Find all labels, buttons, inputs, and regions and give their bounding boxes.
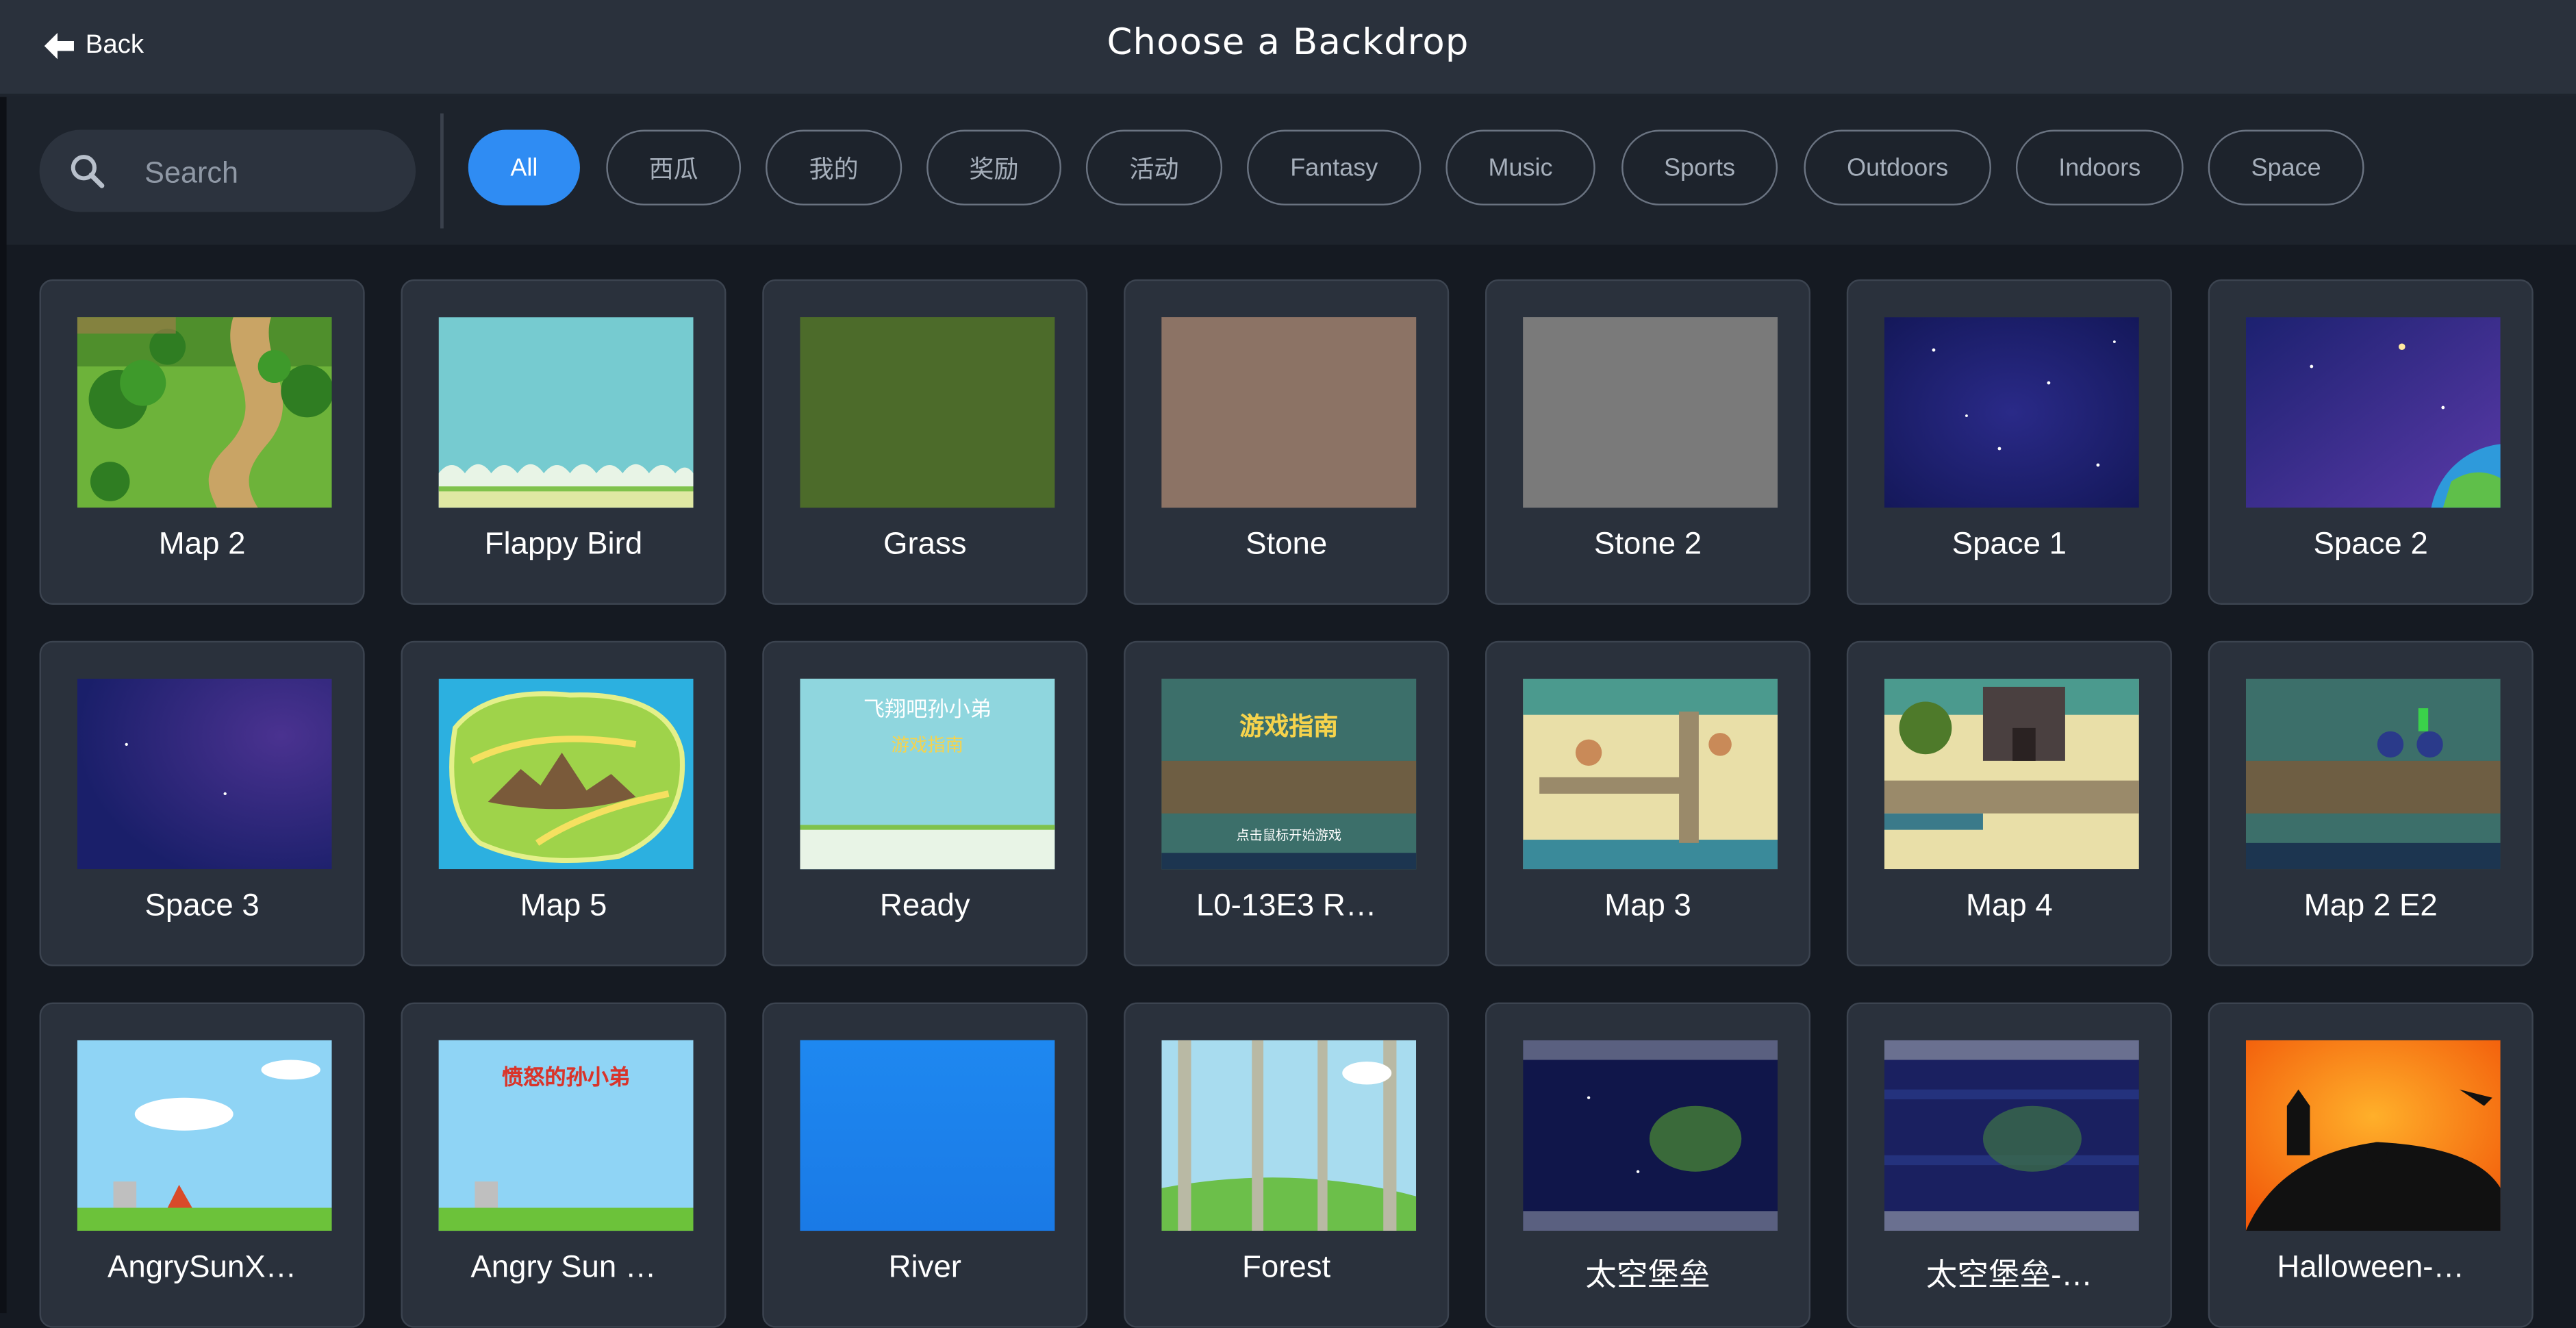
backdrop-card-forest[interactable]: Forest	[1124, 1002, 1450, 1328]
tag-fantasy[interactable]: Fantasy	[1247, 129, 1422, 205]
thumbnail-wall	[1161, 760, 1417, 814]
backdrop-card-ready[interactable]: 飞翔吧孙小弟 游戏指南 Ready	[762, 640, 1088, 966]
thumbnail-ground	[800, 825, 1055, 870]
tag-space[interactable]: Space	[2208, 129, 2364, 205]
backdrop-thumbnail	[77, 1040, 332, 1231]
backdrop-name: L0-13E3 R…	[1196, 889, 1377, 924]
backdrop-name: AngrySunX…	[108, 1250, 297, 1286]
backdrop-card-map-4[interactable]: Map 4	[1846, 640, 2172, 966]
tag-music[interactable]: Music	[1445, 129, 1595, 205]
backdrop-name: Space 2	[2313, 527, 2428, 562]
backdrop-name: Space 1	[1952, 527, 2067, 562]
backdrop-name: Stone 2	[1593, 527, 1702, 562]
backdrop-card-space-fortress-2[interactable]: 太空堡垒-…	[1846, 1002, 2172, 1328]
backdrop-thumbnail	[1523, 678, 1778, 870]
backdrop-card-river[interactable]: River	[762, 1002, 1088, 1328]
tag-mine[interactable]: 我的	[766, 129, 902, 205]
backdrop-thumbnail: 飞翔吧孙小弟 游戏指南	[800, 678, 1055, 870]
backdrop-card-angrysunx[interactable]: AngrySunX…	[39, 1002, 365, 1328]
backdrop-card-halloween[interactable]: Halloween-…	[2208, 1002, 2534, 1328]
tag-indoors[interactable]: Indoors	[2015, 129, 2184, 205]
backdrop-card-space-fortress[interactable]: 太空堡垒	[1485, 1002, 1811, 1328]
backdrop-card-l0-13e3[interactable]: 游戏指南 点击鼠标开始游戏 L0-13E3 R…	[1124, 640, 1450, 966]
backdrop-thumbnail	[1523, 1040, 1778, 1231]
backdrop-thumbnail: 游戏指南 点击鼠标开始游戏	[1161, 678, 1417, 870]
backdrop-card-map-2[interactable]: Map 2	[39, 279, 365, 605]
backdrop-name: 太空堡垒	[1585, 1258, 1710, 1294]
backdrop-name: Forest	[1242, 1250, 1331, 1286]
tag-watermelon[interactable]: 西瓜	[606, 129, 742, 205]
thumbnail-title: 愤怒的孙小弟	[501, 1064, 631, 1090]
tag-events[interactable]: 活动	[1085, 129, 1223, 205]
backdrop-thumbnail	[77, 678, 332, 870]
backdrop-thumbnail	[1884, 678, 2139, 870]
search-box[interactable]	[39, 129, 416, 216]
backdrop-thumbnail	[1523, 317, 1778, 508]
thumbnail-title: 游戏指南	[1239, 713, 1339, 742]
backdrop-card-grass[interactable]: Grass	[762, 279, 1088, 605]
backdrop-card-space-2[interactable]: Space 2	[2208, 279, 2534, 605]
thumbnail-title: 飞翔吧孙小弟	[863, 698, 992, 723]
backdrop-thumbnail	[1884, 1040, 2139, 1231]
thumbnail-rocks	[475, 1181, 498, 1208]
page-title: Choose a Backdrop	[1107, 23, 1469, 64]
backdrop-name: Angry Sun …	[470, 1250, 657, 1286]
backdrop-card-stone-2[interactable]: Stone 2	[1485, 279, 1811, 605]
thumbnail-floor	[1161, 853, 1417, 870]
tag-all[interactable]: All	[468, 129, 580, 205]
search-icon	[71, 155, 105, 188]
backdrop-name: 太空堡垒-…	[1925, 1258, 2093, 1294]
backdrop-name: Map 5	[520, 889, 607, 924]
backdrop-library: Back Choose a Backdrop All 西瓜 我的 奖励 活动 F…	[0, 0, 2576, 1328]
backdrop-name: Map 3	[1604, 889, 1691, 924]
backdrop-thumbnail	[438, 317, 694, 508]
backdrop-name: Stone	[1246, 527, 1328, 562]
backdrop-card-space-3[interactable]: Space 3	[39, 640, 365, 966]
backdrop-card-map-2-e2[interactable]: Map 2 E2	[2208, 640, 2534, 966]
backdrop-thumbnail	[1161, 317, 1417, 508]
backdrop-thumbnail	[800, 317, 1055, 508]
backdrop-card-space-1[interactable]: Space 1	[1846, 279, 2172, 605]
backdrop-name: Map 2 E2	[2303, 889, 2438, 924]
backdrop-name: Map 2	[158, 527, 246, 562]
tag-outdoors[interactable]: Outdoors	[1804, 129, 1991, 205]
backdrop-name: Map 4	[1965, 889, 2053, 924]
backdrop-thumbnail	[800, 1040, 1055, 1231]
backdrop-card-angry-sun[interactable]: 愤怒的孙小弟 Angry Sun …	[401, 1002, 727, 1328]
filter-bar: All 西瓜 我的 奖励 活动 Fantasy Music Sports Out…	[6, 97, 2576, 245]
backdrop-thumbnail	[2245, 678, 2501, 870]
divider	[440, 113, 444, 229]
thumbnail-subtitle: 游戏指南	[891, 736, 964, 756]
backdrop-card-flappy-bird[interactable]: Flappy Bird	[401, 279, 727, 605]
backdrop-thumbnail	[77, 317, 332, 508]
tag-rewards[interactable]: 奖励	[926, 129, 1061, 205]
backdrop-thumbnail	[438, 678, 694, 870]
backdrop-name: River	[888, 1250, 962, 1286]
backdrop-name: Space 3	[144, 889, 260, 924]
backdrop-name: Halloween-…	[2277, 1250, 2464, 1286]
backdrop-thumbnail	[2245, 1040, 2501, 1231]
backdrop-name: Flappy Bird	[484, 527, 643, 562]
backdrop-thumbnail	[2245, 317, 2501, 508]
search-input[interactable]	[141, 129, 394, 216]
header-bar: Back Choose a Backdrop	[0, 0, 2576, 97]
backdrop-name: Grass	[883, 527, 967, 562]
backdrop-card-map-3[interactable]: Map 3	[1485, 640, 1811, 966]
backdrop-thumbnail	[1884, 317, 2139, 508]
window-edge	[0, 0, 7, 1314]
thumbnail-ground	[438, 1207, 694, 1231]
backdrop-thumbnail	[1161, 1040, 1417, 1231]
backdrop-card-map-5[interactable]: Map 5	[401, 640, 727, 966]
backdrop-card-stone[interactable]: Stone	[1124, 279, 1450, 605]
backdrop-thumbnail: 愤怒的孙小弟	[438, 1040, 694, 1231]
tag-sports[interactable]: Sports	[1621, 129, 1778, 205]
thumbnail-footer: 点击鼠标开始游戏	[1236, 828, 1342, 843]
backdrop-name: Ready	[879, 889, 970, 924]
